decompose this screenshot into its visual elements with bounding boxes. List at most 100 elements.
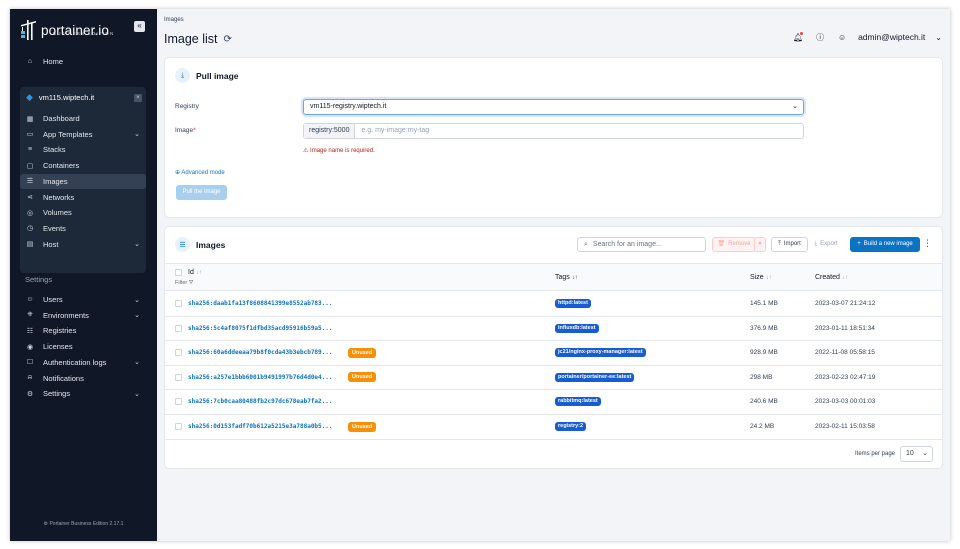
sidebar-item-label: Dashboard xyxy=(43,114,80,123)
row-checkbox[interactable] xyxy=(175,300,182,307)
image-id-link[interactable]: sha256:7cb0caa80488fb2c97dc678eab7fa2... xyxy=(188,398,333,405)
row-checkbox[interactable] xyxy=(175,349,182,357)
image-created: 2023-03-07 21:24:12 xyxy=(815,300,876,307)
sidebar-item-images[interactable]: ☰ Images xyxy=(20,173,146,189)
pull-image-button[interactable]: Pull the image xyxy=(176,185,227,200)
sidebar-item-label: Networks xyxy=(43,192,75,202)
column-tags[interactable]: Tags ↓↑ xyxy=(555,274,578,281)
filter-button[interactable]: Filter ⛛ xyxy=(175,280,193,287)
sidebar-item-label: Images xyxy=(43,176,68,186)
table-row: sha256:5c4af8075f1dfbd35acd95916b59a5...… xyxy=(165,317,942,342)
sidebar-item-licenses[interactable]: ◉ Licenses xyxy=(20,339,146,354)
export-button[interactable]: ⤓ Export xyxy=(810,237,842,252)
user-menu[interactable]: admin@wiptech.it xyxy=(858,32,925,42)
remove-button[interactable]: 🗑︎ Remove xyxy=(712,237,756,252)
image-created: 2023-03-03 00:01:03 xyxy=(815,398,876,406)
refresh-icon[interactable]: ⟳ xyxy=(224,34,232,45)
image-name-input[interactable]: e.g. my-image:my-tag xyxy=(355,124,429,138)
registry-select[interactable]: vm115-registry.wiptech.it ⌄ xyxy=(303,99,804,115)
sidebar-item-stacks[interactable]: ≡ Stacks xyxy=(20,142,146,157)
column-created[interactable]: Created ↓↑ xyxy=(815,274,848,281)
sidebar-item-registries[interactable]: ☷ Registries xyxy=(20,323,146,338)
sidebar-item-label: Containers xyxy=(43,161,80,171)
build-image-button[interactable]: + Build a new image xyxy=(850,237,920,252)
sidebar-item-environments[interactable]: ⎈ Environments ⌄ xyxy=(20,308,146,323)
pull-image-title-text: Pull image xyxy=(196,70,239,81)
page-title-text: Image list xyxy=(164,32,218,46)
list-icon: ☰ xyxy=(175,237,190,252)
image-id-link[interactable]: sha256:5c4af8075f1dfbd35acd95916b59a5... xyxy=(188,325,333,332)
image-id-link[interactable]: sha256:0d153fadf70b612a5215e3a788a0b5... xyxy=(188,423,333,430)
chevron-down-icon[interactable]: ⌄ xyxy=(134,240,140,248)
sidebar-item-label: Stacks xyxy=(43,145,66,155)
required-asterisk: * xyxy=(193,127,196,134)
chevron-down-icon[interactable]: ⌄ xyxy=(134,358,140,366)
items-per-page-select[interactable]: 10 ⌄ xyxy=(900,446,934,462)
sidebar-item-users[interactable]: ☺ Users ⌄ xyxy=(20,292,146,307)
download-icon: ⤓ xyxy=(175,68,190,83)
import-button[interactable]: ⤒ Import xyxy=(771,237,808,252)
templates-icon: ▭ xyxy=(26,131,34,139)
chevron-down-icon[interactable]: ⌄ xyxy=(134,390,140,398)
column-created-label: Created xyxy=(815,274,840,281)
select-all-checkbox[interactable] xyxy=(175,269,182,276)
sidebar-item-containers[interactable]: ▢ Containers xyxy=(20,158,146,173)
collapse-sidebar-button[interactable]: « xyxy=(134,21,145,32)
portainer-logo[interactable]: portainer.io xyxy=(19,18,109,42)
bell-icon: ⍾ xyxy=(27,374,33,381)
remove-dropdown-button[interactable]: ▾ xyxy=(754,237,766,252)
image-id-link[interactable]: sha256:daab1fa13f8608841399e8552ab783... xyxy=(188,300,333,307)
table-row: sha256:a257e1bbb6001b9491997b76d4d0e4...… xyxy=(165,366,942,391)
chevron-down-icon[interactable]: ⌄ xyxy=(134,296,140,304)
registry-select-value: vm115-registry.wiptech.it xyxy=(310,103,387,110)
image-created: 2023-01-11 18:51:34 xyxy=(815,324,875,332)
sidebar-item-settings[interactable]: ⚙ Settings ⌄ xyxy=(20,386,146,401)
sidebar-item-label: Events xyxy=(43,223,66,233)
export-label: Export xyxy=(820,241,838,247)
sidebar-item-notifications[interactable]: ⍾ Notifications xyxy=(20,371,146,386)
row-checkbox[interactable] xyxy=(175,324,182,332)
sidebar-item-app-templates[interactable]: ▭ App Templates ⌄ xyxy=(20,127,146,142)
app-window: portainer.io BUSINESS EDITION « ⌂ Home ◆… xyxy=(10,9,950,541)
chevron-down-icon[interactable]: ⌄ xyxy=(134,130,140,138)
advanced-mode-text: Advanced mode xyxy=(181,170,225,176)
remove-label: Remove xyxy=(728,241,751,247)
page-title: Image list ⟳ xyxy=(164,32,232,46)
sidebar: portainer.io BUSINESS EDITION « ⌂ Home ◆… xyxy=(10,9,157,541)
pull-image-card: ⤓ Pull image Registry vm115-registry.wip… xyxy=(164,57,943,218)
breadcrumb[interactable]: Images xyxy=(164,17,184,23)
row-checkbox[interactable] xyxy=(175,398,182,406)
sidebar-item-volumes[interactable]: ◎ Volumes xyxy=(20,205,146,220)
search-input[interactable]: ⌕ Search for an image... xyxy=(577,237,706,252)
sidebar-item-networks[interactable]: ⋖ Networks xyxy=(20,190,146,205)
sidebar-item-events[interactable]: ◷ Events xyxy=(20,221,146,236)
image-tag-badge: jc21/nginx-proxy-manager:latest xyxy=(555,348,646,358)
column-id[interactable]: Id ↓↑ xyxy=(188,269,202,276)
warning-icon: ⚠ xyxy=(303,148,311,154)
help-icon[interactable]: ⓘ xyxy=(814,31,826,43)
row-checkbox[interactable] xyxy=(175,373,182,381)
images-icon: ☰ xyxy=(26,178,34,186)
image-label-text: Image xyxy=(175,127,194,134)
sidebar-item-authentication-logs[interactable]: ☐ Authentication logs ⌄ xyxy=(20,355,146,370)
row-checkbox[interactable] xyxy=(175,423,182,430)
image-error-text: Image name is required. xyxy=(310,148,375,154)
close-environment-icon[interactable]: × xyxy=(134,93,142,102)
sidebar-item-dashboard[interactable]: ▦ Dashboard xyxy=(20,111,146,126)
items-per-page-label: Items per page xyxy=(855,451,896,457)
chevron-down-icon[interactable]: ⌄ xyxy=(935,33,942,42)
sidebar-item-home[interactable]: ⌂ Home xyxy=(20,54,146,69)
more-options-icon[interactable]: ⋮ xyxy=(923,238,932,249)
image-tag-badge: portainer/portainer-ee:latest xyxy=(555,372,635,382)
notifications-bell-icon[interactable]: 🔔︎ xyxy=(792,31,804,43)
sidebar-item-host[interactable]: ▤ Host ⌄ xyxy=(20,237,146,252)
main-content: Images Image list ⟳ 🔔︎ ⓘ ☺ admin@wiptech… xyxy=(157,9,950,541)
chevron-down-icon[interactable]: ⌄ xyxy=(134,311,140,319)
sort-icon: ↓↑ xyxy=(841,275,848,281)
advanced-mode-link[interactable]: ⊕ Advanced mode xyxy=(175,169,225,176)
settings-heading: Settings xyxy=(25,275,53,284)
image-id-link[interactable]: sha256:a257e1bbb6001b9491997b76d4d0e4... xyxy=(188,374,333,381)
image-id-link[interactable]: sha256:60a6ddeeaa79b8f0cda43b3ebcb789... xyxy=(188,349,333,356)
column-size[interactable]: Size ↓↑ xyxy=(750,274,772,281)
user-icon: ☺ xyxy=(837,32,847,42)
